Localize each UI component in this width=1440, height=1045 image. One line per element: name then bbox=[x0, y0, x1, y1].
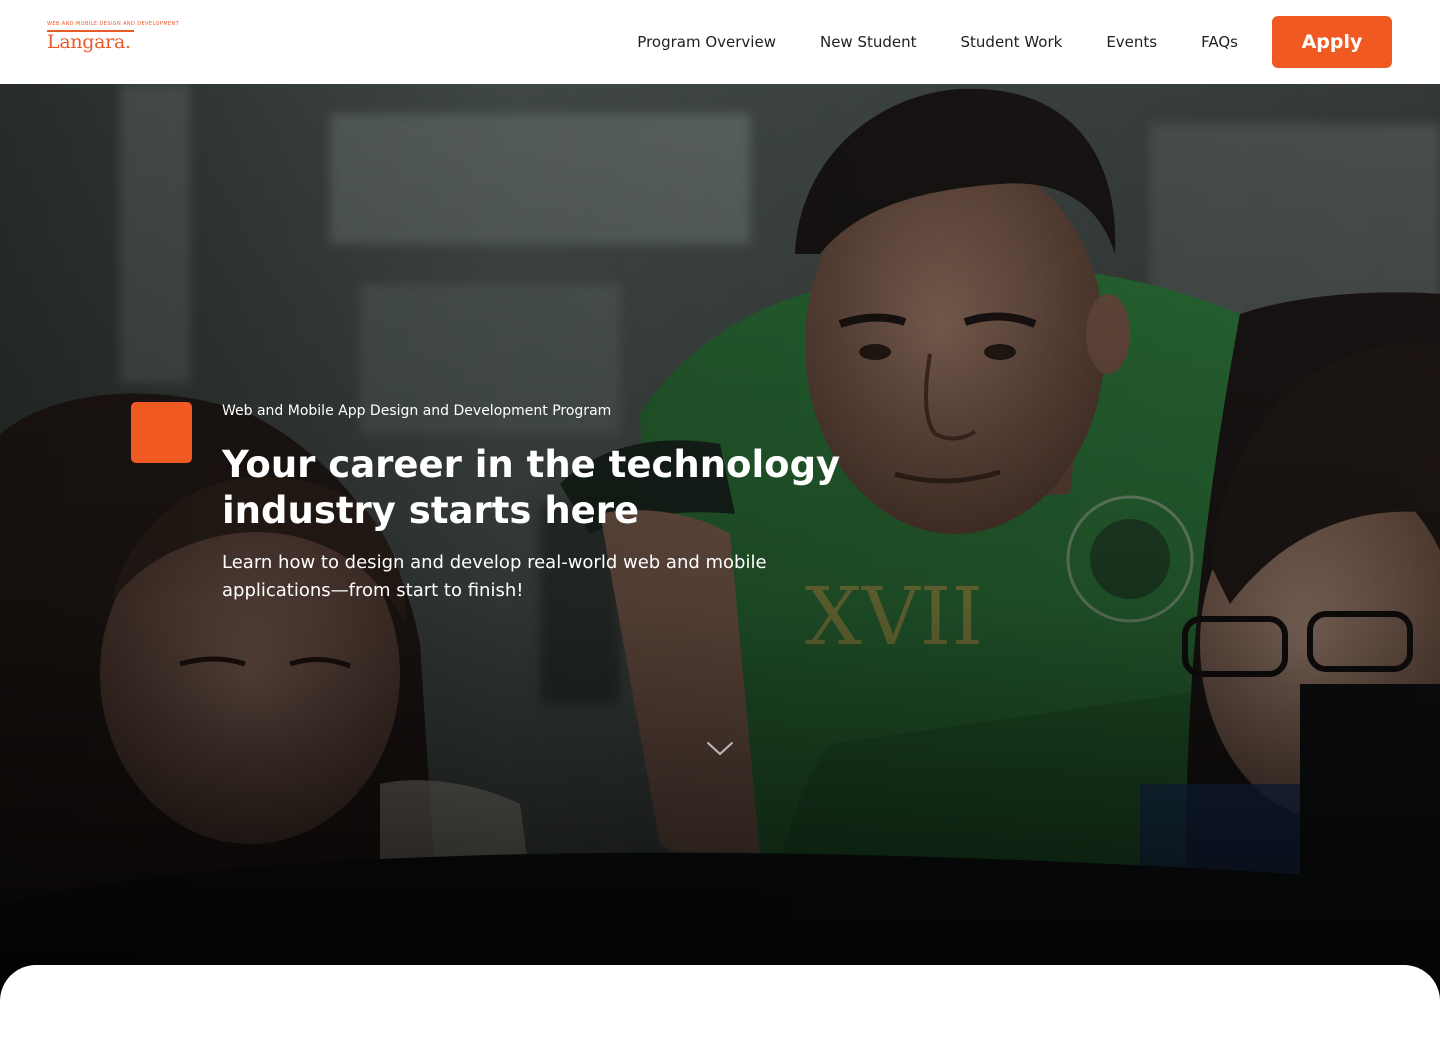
hero-eyebrow: Web and Mobile App Design and Developmen… bbox=[222, 403, 612, 419]
nav-events[interactable]: Events bbox=[1106, 33, 1157, 51]
accent-square bbox=[131, 402, 192, 463]
nav-faqs[interactable]: FAQs bbox=[1201, 33, 1238, 51]
hero-subtitle: Learn how to design and develop real-wor… bbox=[222, 552, 767, 601]
langara-logo[interactable]: Web and Mobile Design and Development La… bbox=[47, 21, 180, 65]
chevron-down-icon[interactable] bbox=[705, 738, 735, 758]
content-section-edge bbox=[0, 965, 1440, 1045]
nav-student-work[interactable]: Student Work bbox=[961, 33, 1063, 51]
main-nav: Program Overview New Student Student Wor… bbox=[637, 16, 1392, 68]
logo-tagline: Web and Mobile Design and Development bbox=[47, 21, 180, 27]
site-header: Web and Mobile Design and Development La… bbox=[0, 0, 1440, 84]
hero-section: XVII Web a bbox=[0, 84, 1440, 1024]
nav-program-overview[interactable]: Program Overview bbox=[637, 33, 776, 51]
apply-button[interactable]: Apply bbox=[1272, 16, 1392, 68]
hero-title: Your career in the technology industry s… bbox=[222, 443, 841, 532]
logo-wordmark: Langara. bbox=[47, 31, 131, 53]
nav-new-student[interactable]: New Student bbox=[820, 33, 917, 51]
